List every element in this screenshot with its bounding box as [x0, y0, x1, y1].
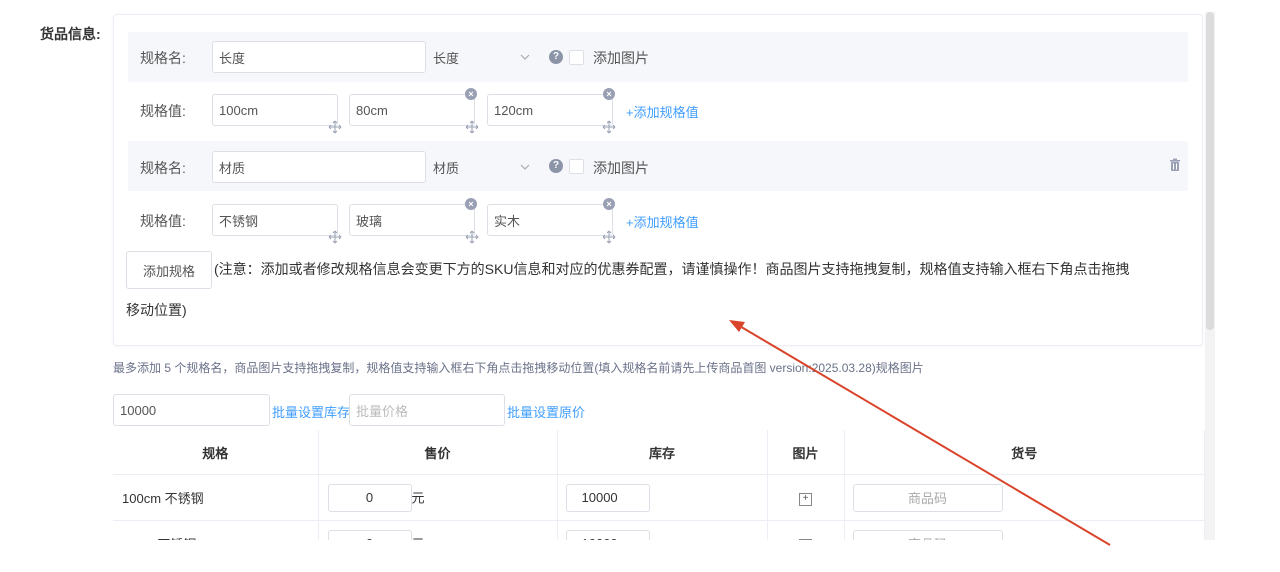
row-spec: 100cm 不锈钢	[113, 474, 319, 521]
add-image-checkbox-2[interactable]	[569, 159, 584, 174]
row-sku-cell: 商品码	[844, 474, 1205, 521]
spec-values-label-1: 规格值:	[140, 103, 186, 119]
spec-name-label-2: 规格名:	[140, 160, 186, 176]
chevron-down-icon	[520, 54, 530, 60]
remove-value-icon[interactable]: ×	[465, 198, 477, 210]
spec-name-input-2[interactable]: 材质	[212, 151, 426, 183]
add-spec-value-link-1[interactable]: +添加规格值	[626, 102, 699, 121]
add-spec-button[interactable]: 添加规格	[126, 251, 212, 289]
spec-name-input-1[interactable]: 长度	[212, 41, 426, 73]
spec-hint-text: 最多添加 5 个规格名，商品图片支持拖拽复制，规格值支持输入框右下角点击拖拽移动…	[113, 361, 924, 375]
row-price-cell: 0元	[318, 474, 558, 521]
row-image-cell: +	[767, 474, 845, 521]
warning-note-line-2: 移动位置)	[126, 302, 187, 318]
table-header-row: 规格 售价 库存 图片 货号	[113, 430, 1205, 475]
col-header-price: 售价	[318, 430, 558, 475]
add-image-icon[interactable]: +	[799, 493, 812, 506]
chevron-down-icon	[520, 164, 530, 170]
spec-name-label-1: 规格名:	[140, 50, 186, 66]
add-image-label-2: 添加图片	[593, 160, 649, 176]
drag-move-icon[interactable]	[602, 120, 616, 134]
col-header-image: 图片	[767, 430, 845, 475]
col-header-spec: 规格	[113, 430, 319, 475]
spec-value-input[interactable]: 120cm	[487, 94, 613, 126]
drag-move-icon[interactable]	[465, 120, 479, 134]
batch-set-price-link[interactable]: 批量设置原价	[507, 402, 585, 421]
spec-name-select-1[interactable]: 长度	[428, 41, 536, 73]
col-header-sku: 货号	[844, 430, 1205, 475]
add-image-checkbox-1[interactable]	[569, 50, 584, 65]
add-image-label-1: 添加图片	[593, 50, 649, 66]
drag-move-icon[interactable]	[602, 230, 616, 244]
col-header-stock: 库存	[557, 430, 768, 475]
section-label-goods-info: 货品信息:	[40, 26, 101, 42]
spec-value-input[interactable]: 100cm	[212, 94, 338, 126]
drag-move-icon[interactable]	[328, 120, 342, 134]
drag-move-icon[interactable]	[465, 230, 479, 244]
warning-note-line-1: (注意：添加或者修改规格信息会变更下方的SKU信息和对应的优惠券配置，请谨慎操作…	[214, 261, 1130, 277]
price-unit: 元	[411, 490, 425, 505]
spec-value-input[interactable]: 80cm	[349, 94, 475, 126]
help-icon[interactable]: ?	[549, 159, 563, 173]
remove-value-icon[interactable]: ×	[603, 88, 615, 100]
remove-value-icon[interactable]: ×	[465, 88, 477, 100]
viewport-clip	[0, 540, 1280, 572]
add-spec-value-link-2[interactable]: +添加规格值	[626, 212, 699, 231]
spec-name-select-value-2: 材质	[433, 160, 460, 176]
table-row: 100cm 不锈钢 0元 10000 + 商品码	[113, 474, 1205, 521]
remove-value-icon[interactable]: ×	[603, 198, 615, 210]
drag-move-icon[interactable]	[328, 230, 342, 244]
spec-name-select-value-1: 长度	[433, 50, 460, 66]
row-stock-cell: 10000	[557, 474, 768, 521]
spec-value-input[interactable]: 不锈钢	[212, 204, 338, 236]
sku-code-input[interactable]: 商品码	[852, 483, 1003, 512]
delete-icon[interactable]	[1168, 158, 1182, 172]
spec-name-select-2[interactable]: 材质	[428, 151, 536, 183]
spec-values-label-2: 规格值:	[140, 213, 186, 229]
batch-set-stock-link[interactable]: 批量设置库存	[272, 402, 350, 421]
spec-value-input[interactable]: 实木	[487, 204, 613, 236]
spec-value-input[interactable]: 玻璃	[349, 204, 475, 236]
price-input[interactable]: 0	[327, 483, 412, 512]
stock-input[interactable]: 10000	[565, 483, 650, 512]
batch-price-input[interactable]: 批量价格	[349, 394, 505, 426]
help-icon[interactable]: ?	[549, 50, 563, 64]
scrollbar-thumb[interactable]	[1206, 12, 1214, 330]
batch-stock-input[interactable]: 10000	[113, 394, 270, 426]
